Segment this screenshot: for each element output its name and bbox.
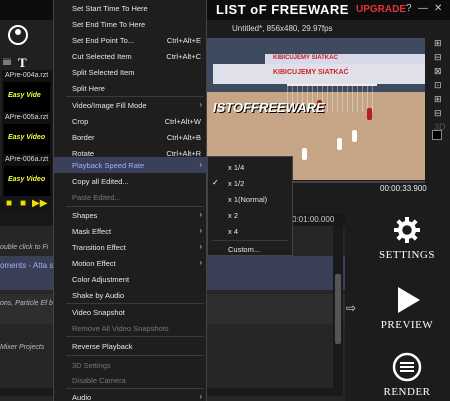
submenu-item-custom[interactable]: Custom... <box>208 241 292 257</box>
menu-item-copy-edited[interactable]: Copy all Edited... <box>54 173 207 189</box>
timeline-hint: Mixer Projects <box>0 344 45 351</box>
render-icon <box>392 352 422 382</box>
submenu-item-speed-double[interactable]: x 2 <box>208 207 292 223</box>
player-figure <box>302 148 307 160</box>
layout-icon[interactable]: ⊡ <box>434 80 442 91</box>
stop-icon[interactable]: ■ <box>6 198 12 209</box>
layout-icon[interactable]: ⊞ <box>434 94 442 105</box>
pause-icon[interactable]: ■ <box>20 198 26 209</box>
menu-item-set-start-time[interactable]: Set Start Time To Here <box>54 0 207 16</box>
upgrade-link[interactable]: UPGRADE <box>356 4 406 15</box>
submenu-item-speed-quarter[interactable]: x 1/4 <box>208 159 292 175</box>
chevron-right-icon: › <box>199 210 202 219</box>
menu-item-playback-speed[interactable]: Playback Speed Rate › <box>54 157 207 173</box>
menu-item-set-end-point[interactable]: Set End Point To... Ctrl+Alt+E <box>54 32 207 48</box>
project-info: Untitled*, 856x480, 29.97fps <box>232 24 333 33</box>
clip-thumb-text: Easy Vide <box>8 92 41 99</box>
clip-thumb-text: Easy Video <box>8 134 46 141</box>
settings-label: SETTINGS <box>379 249 435 261</box>
account-icon[interactable] <box>8 25 28 45</box>
menu-separator <box>66 336 204 337</box>
media-clip[interactable]: APre-005a.rzt Easy Video <box>2 112 52 158</box>
menu-item-3d-settings[interactable]: 3D Settings <box>54 357 207 373</box>
menu-item-set-end-time[interactable]: Set End Time To Here <box>54 16 207 32</box>
submenu-item-speed-half[interactable]: ✓ x 1/2 <box>208 175 292 191</box>
player-figure <box>337 138 342 150</box>
preview-button[interactable]: PREVIEW <box>376 285 438 331</box>
menu-item-reverse-playback[interactable]: Reverse Playback <box>54 338 207 354</box>
clip-thumbnail: Easy Vide <box>4 82 50 112</box>
menu-item-shake-by-audio[interactable]: Shake by Audio <box>54 287 207 303</box>
gear-icon <box>392 215 422 245</box>
preview-time: 00:00:33.900 <box>380 184 427 193</box>
watermark: ISTOFFREEWARE <box>213 100 325 115</box>
menu-item-audio[interactable]: Audio › <box>54 389 207 401</box>
player-figure <box>367 108 372 120</box>
text-tool-icon[interactable]: T <box>18 55 27 71</box>
layout-icon[interactable]: ⊞ <box>434 38 442 49</box>
chevron-right-icon: › <box>199 160 202 169</box>
menu-item-mask-effect[interactable]: Mask Effect › <box>54 223 207 239</box>
chevron-right-icon: › <box>199 258 202 267</box>
menu-item-color-adjustment[interactable]: Color Adjustment <box>54 271 207 287</box>
menu-item-split-selected[interactable]: Split Selected Item <box>54 64 207 80</box>
play-icon <box>392 285 422 315</box>
menu-item-paste-edited[interactable]: Paste Edited... <box>54 189 207 205</box>
layout-icon[interactable]: ⊟ <box>434 108 442 119</box>
insert-arrow-icon[interactable]: ⇨ <box>346 301 356 315</box>
menu-item-disable-camera[interactable]: Disable Camera <box>54 372 207 388</box>
menu-item-crop[interactable]: Crop Ctrl+Alt+W <box>54 113 207 129</box>
chevron-right-icon: › <box>199 392 202 401</box>
playback-speed-submenu: x 1/4 ✓ x 1/2 x 1(Normal) x 2 x 4 Custom.… <box>207 156 293 256</box>
arena-banner: KIBICUJEMY SIATKAĆ <box>265 54 425 64</box>
render-button[interactable]: RENDER <box>376 352 438 398</box>
clip-name: APre-006a.rzt <box>5 156 49 163</box>
library-icon[interactable]: iiii <box>3 57 11 67</box>
submenu-item-speed-quadruple[interactable]: x 4 <box>208 223 292 239</box>
chevron-right-icon: › <box>199 242 202 251</box>
settings-button[interactable]: SETTINGS <box>376 215 438 261</box>
submenu-item-speed-normal[interactable]: x 1(Normal) <box>208 191 292 207</box>
menu-item-video-snapshot[interactable]: Video Snapshot <box>54 304 207 320</box>
clip-name: APre-004a.rzt <box>5 72 49 79</box>
render-label: RENDER <box>383 386 431 398</box>
menu-item-fill-mode[interactable]: Video/Image Fill Mode › <box>54 97 207 113</box>
clip-thumbnail: Easy Video <box>4 166 50 196</box>
menu-separator <box>66 355 204 356</box>
fast-forward-icon[interactable]: ▶▶ <box>32 198 47 209</box>
clip-name: APre-005a.rzt <box>5 114 49 121</box>
menu-item-transition-effect[interactable]: Transition Effect › <box>54 239 207 255</box>
color-swatch[interactable] <box>432 130 442 140</box>
clip-thumb-text: Easy Video <box>8 176 46 183</box>
playback-controls: ■ ■ ▶▶ <box>0 196 52 214</box>
checkmark-icon: ✓ <box>212 178 219 187</box>
menu-item-cut-selected[interactable]: Cut Selected Item Ctrl+Alt+C <box>54 48 207 64</box>
arena-banner: KIBICUJEMY SIATKAĆ <box>213 64 425 84</box>
close-icon[interactable]: ✕ <box>434 3 442 14</box>
chevron-right-icon: › <box>199 226 202 235</box>
menu-item-split-here[interactable]: Split Here <box>54 80 207 96</box>
brand-title: LIST oF FREEWARE <box>216 2 349 17</box>
menu-item-shapes[interactable]: Shapes › <box>54 207 207 223</box>
timeline-hint: ouble click to Fi <box>0 244 49 251</box>
preview-label: PREVIEW <box>380 319 434 331</box>
media-clip[interactable]: APre-004a.rzt Easy Vide <box>2 70 52 116</box>
layout-icon[interactable]: ⊟ <box>434 52 442 63</box>
menu-item-motion-effect[interactable]: Motion Effect › <box>54 255 207 271</box>
player-figure <box>352 130 357 142</box>
help-icon[interactable]: ? <box>406 3 412 14</box>
media-clip[interactable]: APre-006a.rzt Easy Video <box>2 154 52 200</box>
vertical-scrollbar[interactable] <box>333 226 343 396</box>
chevron-right-icon: › <box>199 100 202 109</box>
menu-item-remove-snapshots[interactable]: Remove All Video Snapshots <box>54 320 207 336</box>
menu-item-border[interactable]: Border Ctrl+Alt+B <box>54 129 207 145</box>
clip-thumbnail: Easy Video <box>4 124 50 154</box>
context-menu: Set Start Time To Here Set End Time To H… <box>53 0 207 401</box>
minimize-icon[interactable]: — <box>418 3 428 14</box>
layout-icon[interactable]: ⊠ <box>434 66 442 77</box>
